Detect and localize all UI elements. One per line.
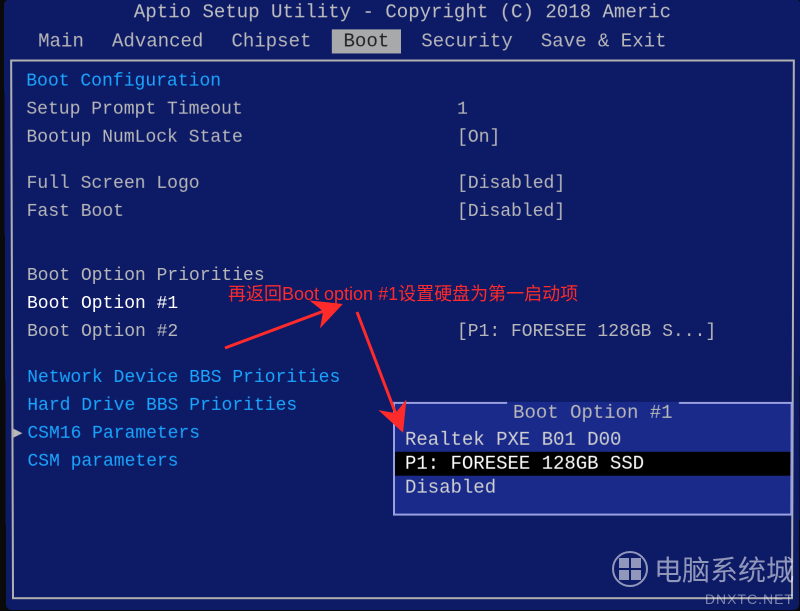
popup-item-realtek[interactable]: Realtek PXE B01 D00 xyxy=(395,428,791,452)
menu-chipset[interactable]: Chipset xyxy=(223,29,319,53)
label-full-screen-logo: Full Screen Logo xyxy=(27,170,458,198)
menu-bar: Main Advanced Chipset Boot Security Save… xyxy=(4,27,800,59)
label-net-bbs: Network Device BBS Priorities xyxy=(27,364,457,392)
boot-panel: Boot Configuration Setup Prompt Timeout … xyxy=(10,60,795,600)
label-boot-option-2: Boot Option #2 xyxy=(27,318,457,346)
menu-save-exit[interactable]: Save & Exit xyxy=(533,29,675,53)
popup-body: Realtek PXE B01 D00 P1: FORESEE 128GB SS… xyxy=(395,424,791,514)
value-fast-boot: [Disabled] xyxy=(457,198,565,226)
label-bootup-numlock: Bootup NumLock State xyxy=(26,124,457,152)
row-boot-option-2[interactable]: Boot Option #2 [P1: FORESEE 128GB S...] xyxy=(27,318,778,346)
watermark-text: 电脑系统城 xyxy=(654,549,794,589)
label-setup-prompt-timeout: Setup Prompt Timeout xyxy=(26,96,457,124)
bios-title: Aptio Setup Utility - Copyright (C) 2018… xyxy=(4,0,800,27)
watermark-icon xyxy=(612,551,648,587)
popup-title: Boot Option #1 xyxy=(507,402,679,424)
value-bootup-numlock: [On] xyxy=(457,124,500,152)
watermark: 电脑系统城 xyxy=(612,549,794,589)
menu-advanced[interactable]: Advanced xyxy=(104,29,212,53)
popup-item-foresee[interactable]: P1: FORESEE 128GB SSD xyxy=(395,452,790,476)
value-boot-option-2: [P1: FORESEE 128GB S...] xyxy=(457,318,716,346)
menu-boot[interactable]: Boot xyxy=(331,29,401,53)
row-net-bbs[interactable]: Network Device BBS Priorities xyxy=(27,364,778,392)
menu-security[interactable]: Security xyxy=(413,29,520,53)
boot-option-popup: Boot Option #1 Realtek PXE B01 D00 P1: F… xyxy=(393,402,793,516)
value-full-screen-logo: [Disabled] xyxy=(457,170,565,198)
annotation-text: 再返回Boot option #1设置硬盘为第一启动项 xyxy=(228,280,578,306)
label-fast-boot: Fast Boot xyxy=(27,198,457,226)
popup-item-disabled[interactable]: Disabled xyxy=(395,476,790,500)
row-bootup-numlock[interactable]: Bootup NumLock State [On] xyxy=(26,124,778,152)
submenu-arrow-icon: ▸ xyxy=(13,420,27,448)
row-setup-prompt-timeout[interactable]: Setup Prompt Timeout 1 xyxy=(26,96,778,124)
watermark-sub: DNXTC.NET xyxy=(705,591,794,607)
row-full-screen-logo[interactable]: Full Screen Logo [Disabled] xyxy=(27,170,779,198)
row-fast-boot[interactable]: Fast Boot [Disabled] xyxy=(27,198,779,226)
boot-config-title: Boot Configuration xyxy=(26,72,779,92)
menu-main[interactable]: Main xyxy=(30,29,92,53)
value-setup-prompt-timeout: 1 xyxy=(457,96,468,124)
